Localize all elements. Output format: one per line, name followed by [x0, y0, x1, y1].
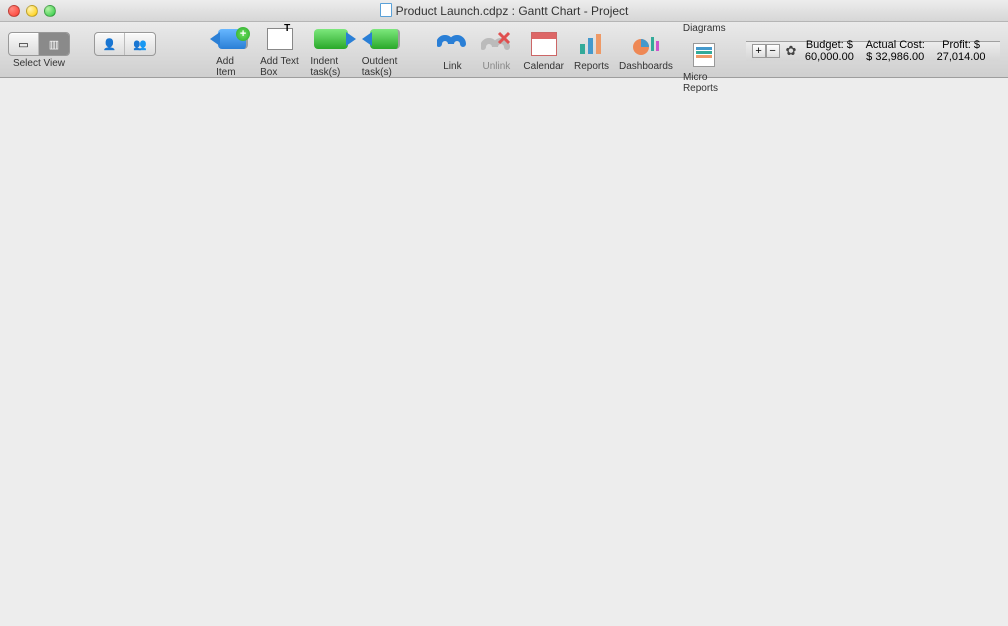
indent-icon [314, 29, 348, 49]
add-row-button[interactable]: + [752, 44, 766, 58]
window-title: Product Launch.cdpz : Gantt Chart - Proj… [0, 3, 1008, 18]
minimize-window-button[interactable] [26, 5, 38, 17]
status-actual: Actual Cost: $ 32,986.00 [862, 39, 928, 63]
titlebar: Product Launch.cdpz : Gantt Chart - Proj… [0, 0, 1008, 22]
document-icon [380, 3, 392, 17]
link-icon [435, 29, 469, 59]
users-segment[interactable]: 👤 👥 [94, 32, 156, 56]
link-button[interactable]: Link [435, 29, 469, 72]
add-item-icon: + [218, 29, 248, 49]
reports-icon [575, 29, 609, 59]
calendar-button[interactable]: Calendar [523, 29, 564, 72]
remove-row-button[interactable]: − [766, 44, 780, 58]
zoom-window-button[interactable] [44, 5, 56, 17]
user-icon[interactable]: 👤 [95, 33, 125, 55]
unlink-button[interactable]: Unlink [479, 29, 513, 72]
toolbar: ▭ ▥ Select View 👤 👥 + Add Item T Add Tex… [0, 22, 1008, 78]
status-profit: Profit: $ 27,014.00 [928, 39, 994, 63]
gear-icon[interactable]: ✿ [786, 43, 797, 59]
dashboards-button[interactable]: Dashboards [619, 29, 673, 72]
view-single-icon[interactable]: ▭ [9, 33, 39, 55]
status-bar: +− ✿ Budget: $ 60,000.00 Actual Cost: $ … [746, 41, 1000, 61]
reports-button[interactable]: Reports [574, 29, 609, 72]
status-budget: Budget: $ 60,000.00 [796, 39, 862, 63]
user-check-icon[interactable]: 👥 [125, 33, 155, 55]
plus-icon: + [236, 27, 250, 41]
add-item-button[interactable]: + Add Item [216, 24, 250, 78]
dashboards-icon [629, 29, 663, 59]
outdent-icon [370, 29, 400, 49]
select-view-label: Select View [13, 58, 65, 69]
select-view-group: ▭ ▥ Select View [8, 32, 70, 69]
micro-reports-icon [687, 40, 721, 70]
view-split-icon[interactable]: ▥ [39, 33, 69, 55]
select-view-segment[interactable]: ▭ ▥ [8, 32, 70, 56]
calendar-icon [527, 29, 561, 59]
outdent-tasks-button[interactable]: Outdent task(s) [362, 24, 409, 78]
close-window-button[interactable] [8, 5, 20, 17]
micro-reports-button[interactable]: Micro Reports [683, 40, 726, 94]
add-text-box-button[interactable]: T Add Text Box [260, 24, 300, 78]
unlink-icon [479, 29, 513, 59]
indent-tasks-button[interactable]: Indent task(s) [310, 24, 351, 78]
